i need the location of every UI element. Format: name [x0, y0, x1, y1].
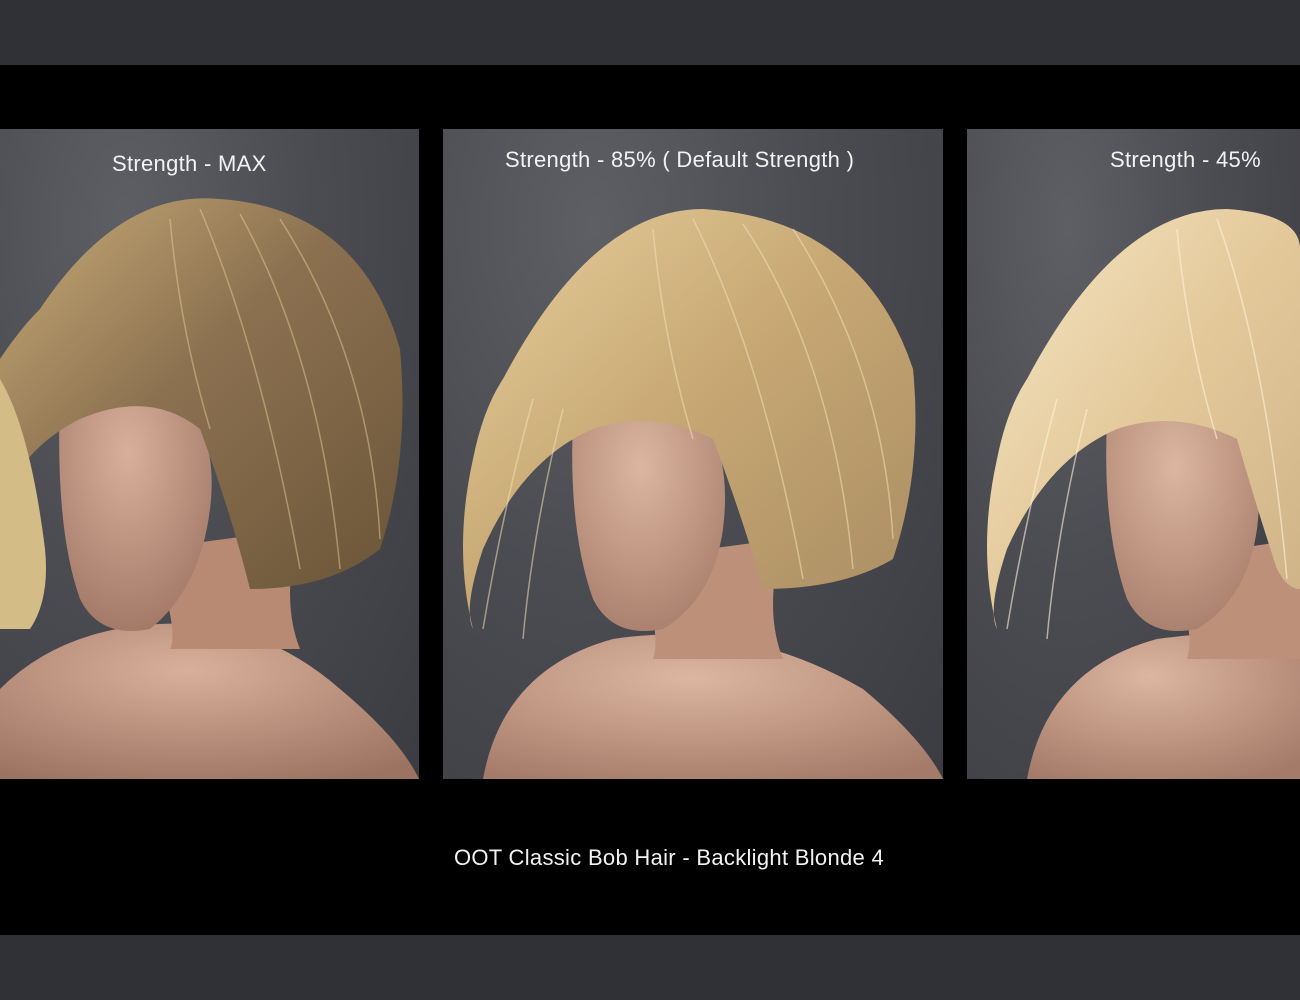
hair-render-image-max — [0, 198, 419, 779]
panel-caption: Strength - 45% — [1110, 147, 1261, 172]
hair-render-image-45 — [987, 209, 1300, 779]
product-title: OOT Classic Bob Hair - Backlight Blonde … — [453, 845, 885, 870]
comparison-stage: Strength - MAX Strength - 85% (Default … — [0, 65, 1300, 935]
hair-render-image-85 — [463, 209, 943, 779]
render-panel-max: Strength - MAX — [0, 129, 419, 779]
render-panel-85: Strength - 85% ( Default Strength ) — [443, 129, 943, 779]
panel-caption: Strength - 85% ( Default Strength ) — [505, 147, 855, 172]
panel-caption: Strength - MAX — [112, 151, 267, 176]
top-band — [0, 0, 1300, 65]
render-panel-45: Strength - 45% — [967, 129, 1300, 779]
bottom-band — [0, 935, 1300, 1000]
